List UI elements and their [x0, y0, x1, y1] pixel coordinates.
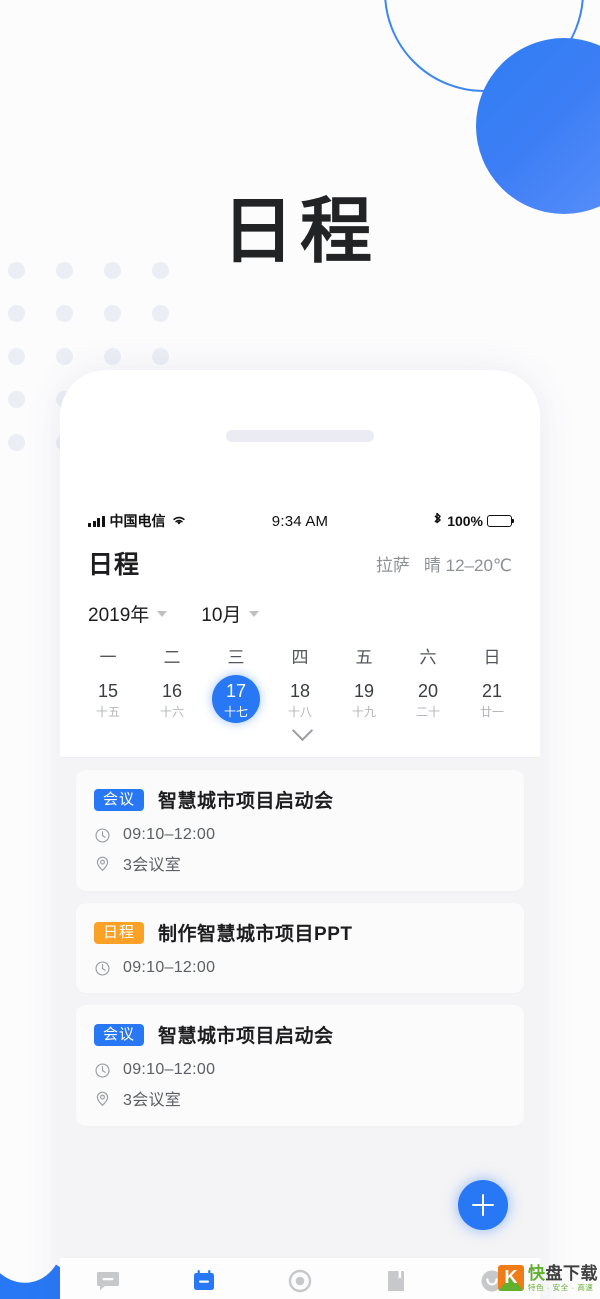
contacts-book-icon	[383, 1268, 409, 1294]
site-watermark: K 快盘下载 特色 · 安全 · 高速	[498, 1265, 598, 1292]
event-time-row: 09:10–12:00	[94, 821, 506, 846]
day-number: 18	[289, 681, 311, 701]
plus-icon	[481, 1194, 485, 1216]
event-type-badge: 日程	[94, 921, 145, 944]
month-label: 10月	[201, 605, 242, 626]
clock-icon	[94, 827, 111, 844]
watermark-tagline: 特色 · 安全 · 高速	[528, 1282, 594, 1292]
weekday-label: 日	[483, 648, 501, 667]
tab-workbench[interactable]: 工作台	[252, 1268, 348, 1299]
watermark-brand-first: 快	[528, 1263, 546, 1283]
calendar-day-cell-selected[interactable]: 17 十七	[204, 674, 268, 725]
weather-info[interactable]: 拉萨 晴 12–20℃	[376, 551, 512, 576]
day-lunar: 十六	[159, 704, 184, 719]
day-number: 19	[353, 681, 375, 701]
page-title: 日程	[221, 192, 378, 272]
chevron-down-icon	[249, 610, 260, 617]
event-type-badge: 会议	[94, 788, 145, 811]
weather-city: 拉萨	[375, 555, 410, 575]
watermark-brand-rest: 盘下载	[545, 1263, 598, 1283]
calendar-day-cell[interactable]: 15 十五	[76, 674, 140, 725]
clock-icon	[94, 960, 111, 977]
event-time-row: 09:10–12:00	[94, 954, 506, 979]
day-lunar: 十五	[95, 704, 120, 719]
event-location-row: 3会议室	[94, 846, 506, 877]
chevron-down-icon	[157, 610, 168, 617]
weather-condition: 晴	[423, 555, 441, 575]
weekday-label: 二	[163, 648, 181, 667]
bluetooth-icon	[432, 512, 443, 531]
event-location: 3会议室	[123, 1092, 182, 1109]
event-location: 3会议室	[123, 857, 182, 874]
event-location-row: 3会议室	[94, 1081, 506, 1112]
calendar-day-cell[interactable]: 21 廿一	[460, 674, 524, 725]
battery-full-icon	[487, 515, 515, 527]
weekday-header-row: 一 二 三 四 五 六 日	[76, 637, 524, 670]
calendar-day-cell[interactable]: 18 十八	[268, 674, 332, 725]
event-list: 会议 智慧城市项目启动会 09:10–12:00 3会议室 日程 制作智慧城市项…	[60, 758, 540, 1257]
app-header: 日程 拉萨 晴 12–20℃	[60, 540, 540, 586]
year-selector[interactable]: 2019年	[88, 600, 168, 627]
date-row: 15 十五 16 十六 17 十七 18 十八 19 十九 20 二十 21 廿…	[76, 674, 524, 725]
tab-schedule[interactable]: 日程	[156, 1268, 252, 1299]
calendar-day-cell[interactable]: 16 十六	[140, 674, 204, 725]
event-time: 09:10–12:00	[123, 959, 216, 976]
location-pin-icon	[94, 855, 111, 872]
status-time: 9:34 AM	[271, 512, 329, 530]
day-lunar: 十七	[223, 704, 248, 719]
battery-percent-label: 100%	[447, 513, 483, 529]
watermark-logo-icon: K	[498, 1264, 524, 1291]
weekday-label: 三	[227, 648, 245, 667]
carrier-label: 中国电信	[109, 513, 166, 529]
calendar-day-cell[interactable]: 20 二十	[396, 674, 460, 725]
event-time: 09:10–12:00	[123, 1061, 216, 1078]
page-root: 日程 中国电信 9:34 AM 100% 日程 拉萨 晴 12–20℃ 2019…	[0, 0, 600, 1299]
signal-bars-icon	[88, 515, 105, 527]
event-card[interactable]: 会议 智慧城市项目启动会 09:10–12:00 3会议室	[76, 770, 524, 891]
location-pin-icon	[94, 1090, 111, 1107]
tab-messages[interactable]: 消息	[60, 1268, 156, 1299]
watermark-logo-letter: K	[504, 1267, 518, 1288]
weekday-label: 六	[419, 648, 437, 667]
message-bubble-icon	[95, 1268, 121, 1294]
day-lunar: 十九	[351, 704, 376, 719]
event-title: 制作智慧城市项目PPT	[158, 924, 353, 945]
day-number: 20	[417, 681, 439, 701]
event-card[interactable]: 日程 制作智慧城市项目PPT 09:10–12:00	[76, 903, 524, 993]
calendar-expand-row[interactable]	[76, 719, 524, 743]
event-title: 智慧城市项目启动会	[158, 1026, 334, 1047]
event-card[interactable]: 会议 智慧城市项目启动会 09:10–12:00 3会议室	[76, 1005, 524, 1126]
calendar-day-cell[interactable]: 19 十九	[332, 674, 396, 725]
workbench-circle-icon	[287, 1268, 313, 1294]
wifi-icon	[171, 513, 187, 530]
phone-speaker-slot	[226, 430, 374, 442]
bottom-tab-bar: 消息 日程 工作台 通讯录	[60, 1257, 540, 1299]
day-number: 21	[481, 681, 503, 701]
event-title: 智慧城市项目启动会	[158, 791, 334, 812]
event-time: 09:10–12:00	[123, 826, 216, 843]
tab-contacts[interactable]: 通讯录	[348, 1268, 444, 1299]
status-bar: 中国电信 9:34 AM 100%	[60, 506, 540, 536]
calendar-selectors: 2019年 10月	[76, 594, 524, 637]
day-lunar: 二十	[415, 704, 440, 719]
weekday-label: 五	[355, 648, 373, 667]
weekday-label: 一	[99, 648, 117, 667]
calendar-strip: 2019年 10月 一 二 三 四 五 六 日 15 十五 16 十六 17 十…	[60, 588, 540, 758]
weekday-label: 四	[291, 648, 309, 667]
year-label: 2019年	[88, 605, 150, 626]
phone-mockup: 中国电信 9:34 AM 100% 日程 拉萨 晴 12–20℃ 2019年 1…	[60, 370, 540, 1299]
app-screen-title: 日程	[88, 551, 141, 579]
month-selector[interactable]: 10月	[201, 600, 260, 627]
day-number: 15	[97, 681, 119, 701]
day-number: 16	[161, 681, 183, 701]
event-time-row: 09:10–12:00	[94, 1056, 506, 1081]
add-event-fab[interactable]	[458, 1180, 508, 1230]
day-number: 17	[225, 681, 247, 701]
calendar-icon	[191, 1268, 217, 1294]
day-lunar: 廿一	[479, 704, 504, 719]
clock-icon	[94, 1062, 111, 1079]
event-type-badge: 会议	[94, 1023, 145, 1046]
day-lunar: 十八	[287, 704, 312, 719]
weather-temperature: 12–20℃	[445, 555, 512, 575]
